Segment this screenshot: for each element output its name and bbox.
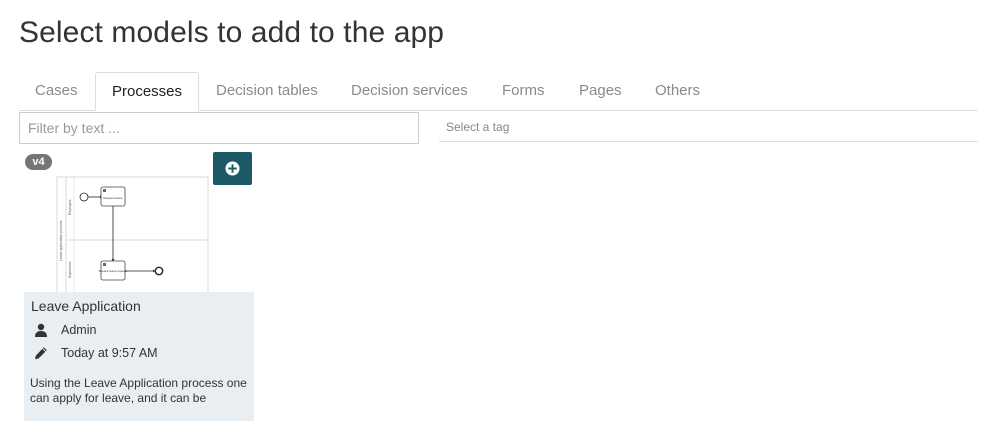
tab-decision-tables[interactable]: Decision tables: [200, 72, 334, 110]
tab-cases[interactable]: Cases: [19, 72, 94, 110]
model-last-updated: Today at 9:57 AM: [61, 346, 158, 360]
start-event: [79, 192, 89, 202]
plus-circle-icon: [225, 161, 240, 176]
tab-processes[interactable]: Processes: [95, 72, 200, 111]
model-owner: Admin: [61, 323, 97, 337]
end-event: [154, 266, 164, 276]
model-type-tabs: Cases Processes Decision tables Decision…: [19, 72, 978, 111]
filter-input[interactable]: [19, 112, 419, 144]
model-description: Using the Leave Application process one …: [30, 376, 247, 405]
pool-label: Leave application process: [59, 220, 63, 261]
version-badge: v4: [25, 154, 52, 170]
page-title: Select models to add to the app: [19, 16, 445, 49]
tab-forms[interactable]: Forms: [486, 72, 561, 110]
lane-label-supervisor: Supervisor: [68, 260, 72, 278]
task-review-leave-request-label: Review leave request: [99, 269, 128, 273]
tab-pages[interactable]: Pages: [563, 72, 638, 110]
model-card[interactable]: Leave application process Employee Super…: [24, 151, 254, 421]
tag-select[interactable]: Select a tag: [439, 116, 978, 142]
lane-label-employee: Employee: [68, 199, 72, 215]
user-icon: [35, 323, 47, 337]
tab-others[interactable]: Others: [639, 72, 716, 110]
pencil-icon: [35, 347, 47, 360]
add-model-button[interactable]: [213, 152, 252, 185]
tab-decision-services[interactable]: Decision services: [335, 72, 484, 110]
task-request-leave-label: Request leave: [103, 196, 123, 200]
model-name: Leave Application: [31, 298, 141, 314]
